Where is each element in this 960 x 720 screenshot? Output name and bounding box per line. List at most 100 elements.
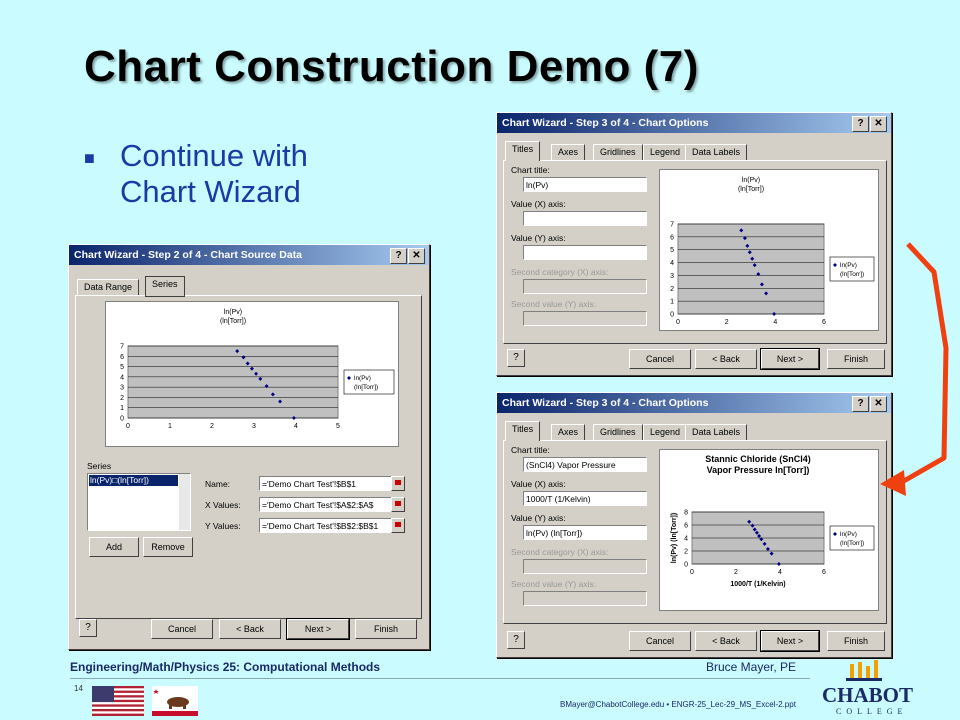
help-icon[interactable]: ? (390, 248, 407, 264)
tab-series[interactable]: Series (145, 276, 185, 297)
close-icon[interactable]: ✕ (408, 248, 425, 264)
bullet-line-1: Continue with (120, 138, 308, 173)
second-value-input (523, 311, 647, 326)
california-flag-icon (152, 686, 198, 716)
xvalues-label: X Values: (205, 500, 241, 510)
close-icon[interactable]: ✕ (870, 396, 887, 412)
logo-text: CHABOT (822, 683, 914, 707)
y-tick-label: 0 (670, 312, 674, 319)
y-tick-label: 0 (120, 416, 124, 423)
office-assistant-icon[interactable]: ? (507, 631, 525, 649)
xvalues-input[interactable]: ='Demo Chart Test'!$A$2:$A$ (259, 497, 397, 512)
x-tick-label: 2 (734, 569, 738, 576)
chart-title-line: ln(Pv) (742, 177, 760, 184)
y-tick-label: 1 (120, 405, 124, 412)
chart-source-dialog: Chart Wizard - Step 2 of 4 - Chart Sourc… (68, 244, 430, 650)
add-button[interactable]: Add (89, 537, 139, 557)
y-tick-label: 2 (684, 549, 688, 556)
help-icon[interactable]: ? (852, 116, 869, 132)
legend-label-line: (ln[Torr]) (354, 384, 378, 391)
second-category-input (523, 559, 647, 574)
office-assistant-icon[interactable]: ? (507, 349, 525, 367)
office-assistant-icon[interactable]: ? (79, 619, 97, 637)
yvalues-input[interactable]: ='Demo Chart Test'!$B$2:$B$1 (259, 518, 397, 533)
y-tick-label: 7 (670, 222, 674, 229)
second-category-label: Second category (X) axis: (511, 547, 609, 557)
x-tick-label: 6 (822, 569, 826, 576)
close-icon[interactable]: ✕ (870, 116, 887, 132)
x-tick-label: 5 (336, 423, 340, 430)
y-tick-label: 5 (120, 364, 124, 371)
x-axis-title: 1000/T (1/Kelvin) (730, 581, 785, 588)
finish-button[interactable]: Finish (355, 619, 417, 639)
y-axis-input[interactable]: ln(Pv) (ln[Torr]) (523, 525, 647, 540)
y-tick-label: 4 (120, 374, 124, 381)
legend-label-line: ln(Pv) (840, 262, 857, 269)
y-axis-title: ln(Pv) (ln[Torr]) (671, 513, 678, 563)
next-button[interactable]: Next > (760, 348, 820, 370)
cancel-button[interactable]: Cancel (629, 631, 691, 651)
tab-legend[interactable]: Legend (643, 144, 688, 161)
chart-title-line: Stannic Chloride (SnCl4) (705, 454, 811, 464)
second-value-label: Second value (Y) axis: (511, 579, 597, 589)
series-scrollbar[interactable] (179, 474, 190, 530)
remove-button[interactable]: Remove (143, 537, 193, 557)
next-button[interactable]: Next > (760, 630, 820, 652)
tab-gridlines[interactable]: Gridlines (593, 424, 643, 441)
y-tick-label: 4 (670, 260, 674, 267)
second-category-input (523, 279, 647, 294)
x-tick-label: 1 (168, 423, 172, 430)
plot-area (127, 345, 339, 419)
back-button[interactable]: < Back (695, 349, 757, 369)
tab-titles[interactable]: Titles (505, 141, 541, 161)
back-button[interactable]: < Back (219, 619, 281, 639)
bullet-line-2: Chart Wizard (120, 174, 301, 209)
second-category-label: Second category (X) axis: (511, 267, 609, 277)
help-icon[interactable]: ? (852, 396, 869, 412)
cancel-button[interactable]: Cancel (151, 619, 213, 639)
second-value-input (523, 591, 647, 606)
series-label: Series (87, 461, 112, 471)
tab-titles[interactable]: Titles (505, 421, 541, 441)
tab-data-range[interactable]: Data Range (77, 279, 140, 296)
y-tick-label: 2 (670, 286, 674, 293)
xvalues-range-button[interactable] (391, 497, 405, 512)
bullet-marker-icon: ■ (84, 148, 95, 168)
x-tick-label: 2 (210, 423, 214, 430)
footer-course: Engineering/Math/Physics 25: Computation… (70, 660, 381, 674)
name-input[interactable]: ='Demo Chart Test'!$B$1 (259, 476, 397, 491)
legend-label-line: (ln[Torr]) (840, 271, 864, 278)
slide-title: Chart Construction Demo (7) (84, 42, 699, 91)
tab-axes[interactable]: Axes (551, 144, 586, 161)
tab-gridlines[interactable]: Gridlines (593, 144, 643, 161)
chart-title-input[interactable]: (SnCl4) Vapor Pressure (523, 457, 647, 472)
chart-title-line: (ln[Torr]) (738, 186, 764, 193)
y-tick-label: 6 (670, 234, 674, 241)
tab-legend[interactable]: Legend (643, 424, 688, 441)
next-button[interactable]: Next > (286, 618, 350, 640)
y-tick-label: 7 (120, 344, 124, 351)
footer-divider (70, 678, 810, 679)
tab-axes[interactable]: Axes (551, 424, 586, 441)
y-tick-label: 2 (120, 395, 124, 402)
chart-title-input[interactable]: ln(Pv) (523, 177, 647, 192)
x-axis-input[interactable] (523, 211, 647, 226)
chart-options-dialog-1: Chart Wizard - Step 3 of 4 - Chart Optio… (496, 112, 892, 376)
second-value-label: Second value (Y) axis: (511, 299, 597, 309)
y-axis-label: Value (Y) axis: (511, 233, 566, 243)
finish-button[interactable]: Finish (827, 631, 885, 651)
tab-data-labels[interactable]: Data Labels (685, 144, 748, 161)
finish-button[interactable]: Finish (827, 349, 885, 369)
series-list-item[interactable]: ln(Pv)□(ln[Torr]) (89, 475, 178, 486)
name-range-button[interactable] (391, 476, 405, 491)
tab-data-labels[interactable]: Data Labels (685, 424, 748, 441)
cancel-button[interactable]: Cancel (629, 349, 691, 369)
back-button[interactable]: < Back (695, 631, 757, 651)
plot-area (677, 223, 825, 315)
x-axis-input[interactable]: 1000/T (1/Kelvin) (523, 491, 647, 506)
chart-title-line: (ln[Torr]) (220, 318, 246, 325)
chart-title-line: ln(Pv) (224, 309, 242, 316)
yvalues-label: Y Values: (205, 521, 241, 531)
y-axis-input[interactable] (523, 245, 647, 260)
yvalues-range-button[interactable] (391, 518, 405, 533)
